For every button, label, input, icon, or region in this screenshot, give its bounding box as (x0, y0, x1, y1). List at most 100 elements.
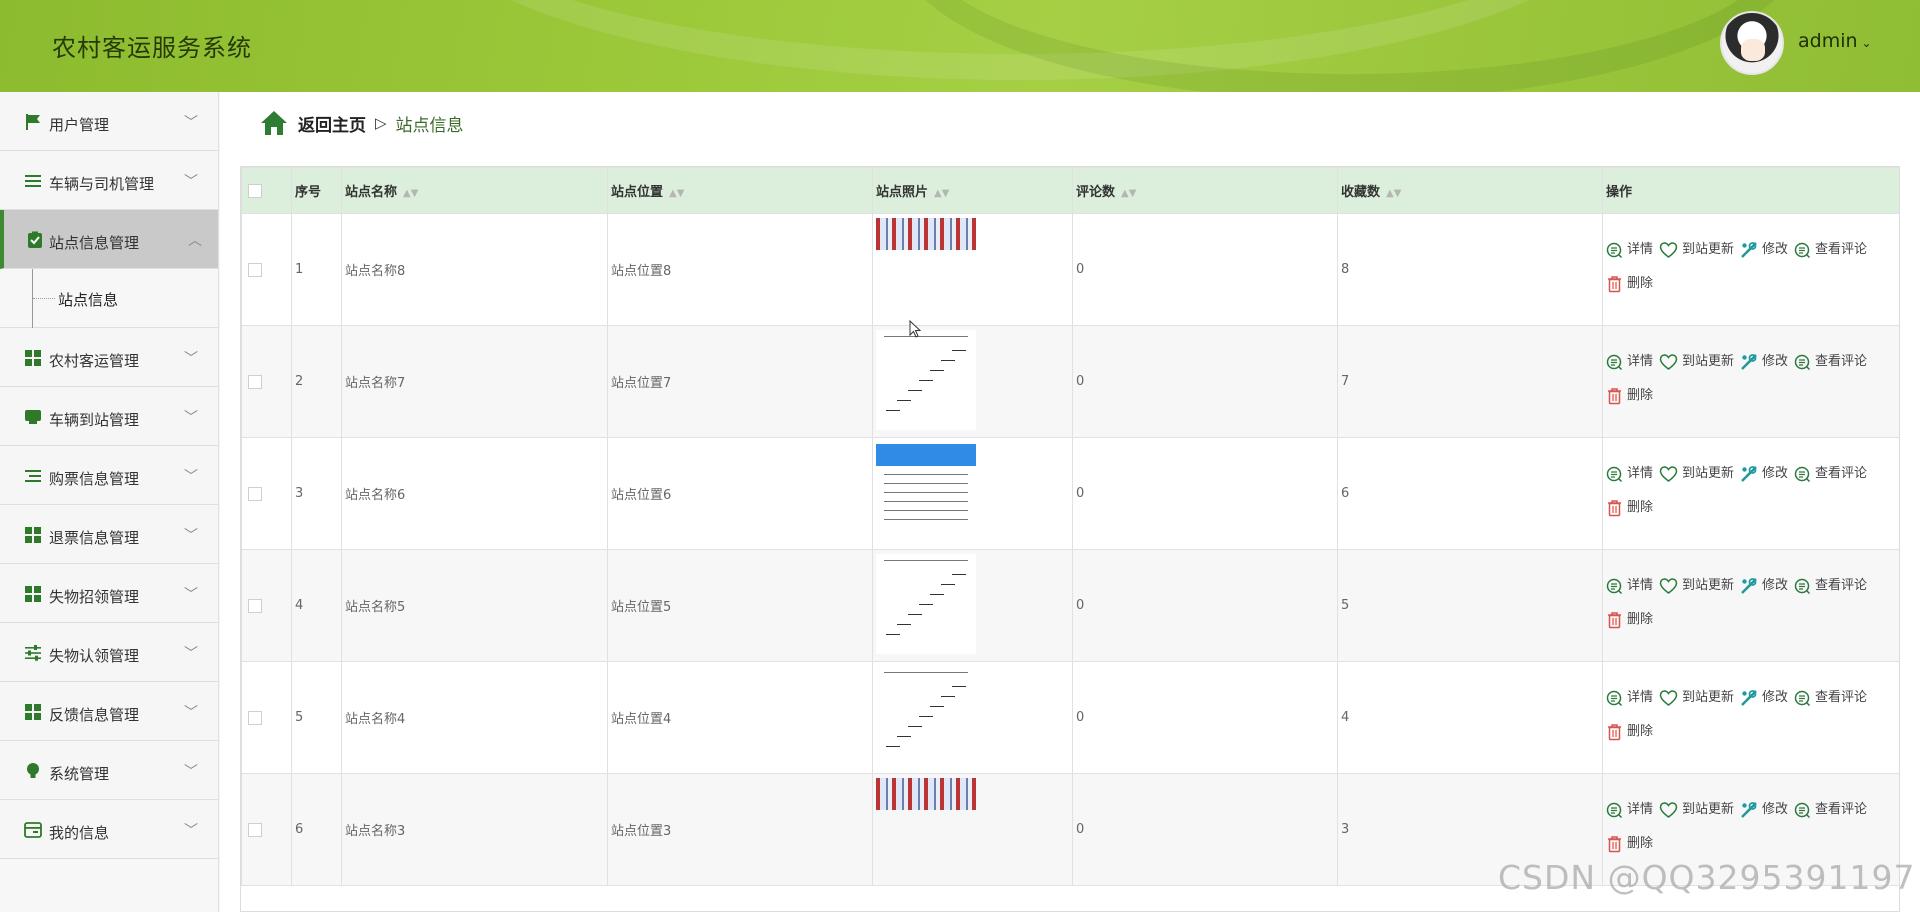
delete-button[interactable]: 删除 (1606, 382, 1653, 410)
row-checkbox[interactable] (248, 598, 262, 613)
photo-line (908, 390, 922, 391)
arrival-update-button[interactable]: 到站更新 (1659, 460, 1734, 488)
user-menu[interactable]: admin ⌄ (1798, 30, 1872, 52)
detail-button[interactable]: 详情 (1606, 684, 1653, 712)
station-location-cell: 站点位置7 (607, 325, 873, 438)
column-header-photo[interactable]: 站点照片 ▲▼ (872, 167, 1073, 214)
detail-button[interactable]: 详情 (1606, 460, 1653, 488)
trash-icon (1608, 499, 1621, 516)
delete-label: 删除 (1627, 835, 1654, 851)
detail-button[interactable]: 详情 (1606, 796, 1653, 824)
sort-icon[interactable]: ▲▼ (669, 188, 684, 199)
column-header-comments[interactable]: 评论数 ▲▼ (1072, 167, 1338, 214)
sort-icon[interactable]: ▲▼ (1386, 188, 1401, 199)
view-comments-button[interactable]: 查看评论 (1794, 684, 1867, 712)
station-photo[interactable] (876, 778, 976, 810)
delete-button[interactable]: 删除 (1606, 494, 1653, 522)
detail-button[interactable]: 详情 (1606, 572, 1653, 600)
row-checkbox[interactable] (248, 822, 262, 837)
avatar[interactable] (1720, 11, 1784, 75)
arrival-update-button[interactable]: 到站更新 (1659, 796, 1734, 824)
photo-line (897, 624, 911, 625)
arrival-update-button[interactable]: 到站更新 (1659, 684, 1734, 712)
sidebar-item-user[interactable]: 用户管理 ﹀ (0, 92, 218, 151)
sidebar-item-vehicle-driver[interactable]: 车辆与司机管理 ﹀ (0, 151, 218, 210)
sidebar-subitem-station-info[interactable]: 站点信息 (0, 269, 218, 328)
station-photo[interactable] (876, 218, 976, 250)
sidebar-item-rural-transport[interactable]: 农村客运管理 ﹀ (0, 328, 218, 387)
sidebar-item-my-info[interactable]: 我的信息 ﹀ (0, 800, 218, 859)
sidebar-item-refund[interactable]: 退票信息管理 ﹀ (0, 505, 218, 564)
arrival-update-button[interactable]: 到站更新 (1659, 572, 1734, 600)
column-header-name[interactable]: 站点名称 ▲▼ (341, 167, 608, 214)
station-photo[interactable] (876, 330, 976, 430)
home-icon[interactable] (260, 110, 288, 136)
table-row: 4 站点名称5 站点位置5 0 5 详情 到站更新 修改 查看评论 删除 (241, 549, 1899, 662)
view-comments-button[interactable]: 查看评论 (1794, 572, 1867, 600)
sidebar-item-system[interactable]: 系统管理 ﹀ (0, 741, 218, 800)
sidebar-item-label: 我的信息 (49, 824, 110, 842)
view-comments-button[interactable]: 查看评论 (1794, 236, 1867, 264)
photo-line (884, 519, 968, 520)
delete-label: 删除 (1627, 723, 1654, 739)
sidebar-item-station[interactable]: 站点信息管理 ︿ (0, 210, 218, 269)
select-all-cell (241, 167, 292, 214)
photo-line (952, 574, 966, 575)
delete-button[interactable]: 删除 (1606, 830, 1653, 858)
view-comments-button[interactable]: 查看评论 (1794, 460, 1867, 488)
select-all-checkbox[interactable] (248, 183, 262, 198)
delete-button[interactable]: 删除 (1606, 606, 1653, 634)
station-photo[interactable] (876, 666, 976, 766)
arrival-update-label: 到站更新 (1682, 242, 1735, 257)
station-photo[interactable] (876, 442, 976, 542)
chevron-down-icon: ﹀ (184, 528, 198, 544)
row-actions: 详情 到站更新 修改 查看评论删除 (1606, 236, 1898, 304)
edit-button[interactable]: 修改 (1740, 684, 1788, 712)
photo-line (941, 584, 955, 585)
sidebar-item-lost-claim[interactable]: 失物认领管理 ﹀ (0, 623, 218, 682)
chevron-down-icon: ﹀ (184, 410, 198, 426)
station-location-cell: 站点位置6 (607, 437, 873, 550)
edit-button[interactable]: 修改 (1740, 236, 1788, 264)
detail-button[interactable]: 详情 (1606, 236, 1653, 264)
edit-button[interactable]: 修改 (1740, 796, 1788, 824)
detail-icon (1606, 690, 1623, 706)
favorites-cell: 6 (1337, 437, 1603, 550)
edit-button[interactable]: 修改 (1740, 460, 1788, 488)
edit-button[interactable]: 修改 (1740, 348, 1788, 376)
arrival-update-button[interactable]: 到站更新 (1659, 236, 1734, 264)
sidebar-item-arrival[interactable]: 车辆到站管理 ﹀ (0, 387, 218, 446)
photo-line (884, 501, 968, 502)
row-checkbox[interactable] (248, 710, 262, 725)
edit-button[interactable]: 修改 (1740, 572, 1788, 600)
breadcrumb-home-link[interactable]: 返回主页 (298, 111, 366, 136)
delete-button[interactable]: 删除 (1606, 270, 1653, 298)
view-comments-button[interactable]: 查看评论 (1794, 796, 1867, 824)
sort-icon[interactable]: ▲▼ (934, 188, 949, 199)
sort-icon[interactable]: ▲▼ (403, 188, 418, 199)
sidebar-item-ticket[interactable]: 购票信息管理 ﹀ (0, 446, 218, 505)
delete-label: 删除 (1627, 611, 1654, 627)
arrival-update-button[interactable]: 到站更新 (1659, 348, 1734, 376)
sidebar-item-feedback[interactable]: 反馈信息管理 ﹀ (0, 682, 218, 741)
view-comments-button[interactable]: 查看评论 (1794, 348, 1867, 376)
column-header-favorites[interactable]: 收藏数 ▲▼ (1337, 167, 1603, 214)
delete-button[interactable]: 删除 (1606, 718, 1653, 746)
station-photo[interactable] (876, 554, 976, 654)
heart-icon (1659, 353, 1678, 370)
column-header-location[interactable]: 站点位置 ▲▼ (607, 167, 873, 214)
watermark: CSDN @QQ3295391197 (1498, 858, 1916, 897)
row-checkbox[interactable] (248, 262, 262, 277)
detail-button[interactable]: 详情 (1606, 348, 1653, 376)
user-name: admin (1798, 30, 1858, 52)
sort-icon[interactable]: ▲▼ (1121, 188, 1136, 199)
view-comments-label: 查看评论 (1815, 242, 1868, 257)
row-checkbox[interactable] (248, 374, 262, 389)
photo-line (897, 400, 911, 401)
comments-cell: 0 (1072, 549, 1338, 662)
chevron-down-icon: ﹀ (184, 705, 198, 721)
row-checkbox[interactable] (248, 486, 262, 501)
sidebar-item-lost-found[interactable]: 失物招领管理 ﹀ (0, 564, 218, 623)
wrench-icon (1741, 241, 1757, 258)
index-cell: 2 (291, 325, 342, 438)
